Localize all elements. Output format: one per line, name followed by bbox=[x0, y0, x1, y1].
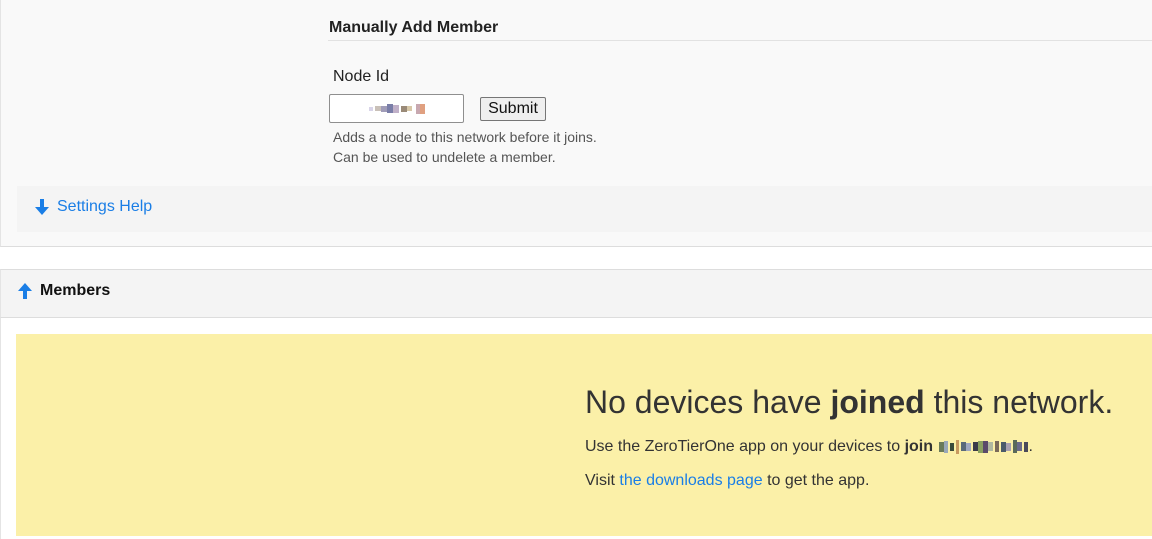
settings-help-toggle[interactable]: Settings Help bbox=[35, 198, 152, 216]
settings-panel: Manually Add Member Node Id Submit Adds … bbox=[0, 0, 1152, 247]
notice-heading-text: this network. bbox=[933, 384, 1114, 420]
notice-heading-text: No devices have bbox=[585, 384, 822, 420]
submit-button[interactable]: Submit bbox=[480, 97, 546, 121]
join-period: . bbox=[1028, 438, 1033, 455]
node-id-label: Node Id bbox=[333, 68, 390, 85]
empty-members-notice: No devices have joined this network. Use… bbox=[16, 334, 1152, 536]
visit-text: to get the app. bbox=[767, 472, 870, 489]
members-title-label: Members bbox=[40, 282, 111, 299]
notice-heading: No devices have joined this network. bbox=[585, 384, 1113, 421]
download-instructions: Visit the downloads page to get the app. bbox=[585, 472, 869, 490]
arrow-up-icon bbox=[18, 283, 32, 299]
divider bbox=[328, 40, 1152, 41]
members-header[interactable]: Members bbox=[0, 269, 1152, 318]
downloads-page-link[interactable]: the downloads page bbox=[619, 472, 762, 489]
join-instructions: Use the ZeroTierOne app on your devices … bbox=[585, 438, 1033, 456]
node-id-input[interactable] bbox=[329, 94, 464, 123]
redacted-network-id bbox=[939, 439, 1029, 454]
section-title: Manually Add Member bbox=[329, 19, 499, 36]
help-text: Adds a node to this network before it jo… bbox=[333, 129, 597, 145]
redacted-value bbox=[368, 103, 425, 114]
join-text: Use the ZeroTierOne app on your devices … bbox=[585, 438, 901, 455]
visit-text: Visit bbox=[585, 472, 615, 489]
arrow-down-icon bbox=[35, 199, 49, 215]
settings-help-label: Settings Help bbox=[57, 198, 153, 215]
notice-heading-bold: joined bbox=[830, 384, 925, 420]
help-text: Can be used to undelete a member. bbox=[333, 149, 556, 165]
members-toggle[interactable]: Members bbox=[18, 282, 110, 300]
join-word: join bbox=[904, 438, 934, 455]
settings-help-bar: Settings Help bbox=[17, 186, 1152, 232]
